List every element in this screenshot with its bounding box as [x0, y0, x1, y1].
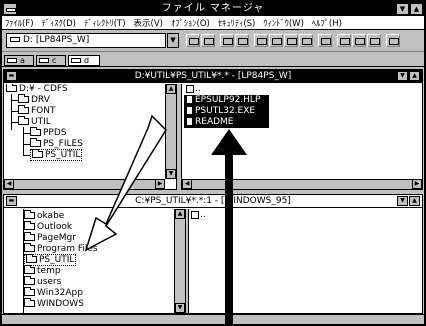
drag-direction-arrow — [84, 114, 167, 252]
drag-annotation-overlay — [84, 114, 247, 326]
upward-arrow-head — [211, 129, 247, 155]
upward-arrow-shaft — [225, 150, 233, 326]
